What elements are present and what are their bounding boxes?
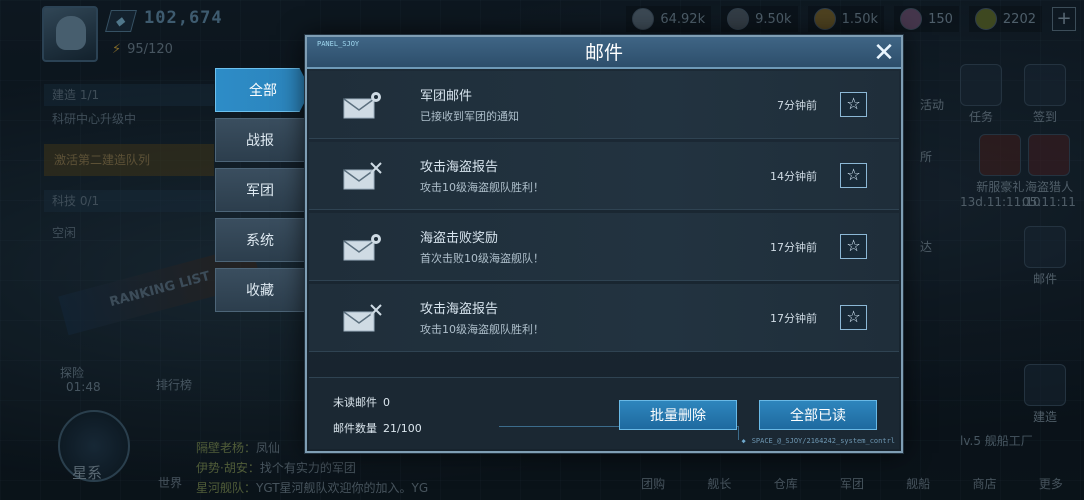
count-value: 21/100 xyxy=(383,422,422,435)
tab-battle-report[interactable]: 战报 xyxy=(215,118,305,162)
unread-count: 未读邮件 0 xyxy=(333,394,390,410)
mail-gear-icon xyxy=(343,92,381,119)
mail-time: 17分钟前 xyxy=(770,312,817,325)
footer-tag: ◆ SPACE_@_SJOY/2164242_system_contrl xyxy=(741,437,895,445)
favorite-star-button[interactable]: ☆ xyxy=(840,92,867,117)
mail-row[interactable]: 攻击海盗报告 攻击10级海盗舰队胜利！ 14分钟前 ☆ xyxy=(309,142,899,210)
mail-subtitle: 攻击10级海盗舰队胜利！ xyxy=(420,323,544,336)
mail-time: 14分钟前 xyxy=(770,170,817,183)
favorite-star-button[interactable]: ☆ xyxy=(840,163,867,188)
unread-value: 0 xyxy=(383,396,390,409)
dialog-title: 邮件 xyxy=(584,42,623,64)
mail-subtitle: 攻击10级海盗舰队胜利！ xyxy=(420,181,544,194)
count-label: 邮件数量 xyxy=(333,422,377,435)
mail-title: 军团邮件 xyxy=(420,89,473,104)
mail-title: 海盗击败奖励 xyxy=(420,231,499,246)
footer-tag-text: SPACE_@_SJOY/2164242_system_contrl xyxy=(751,437,895,445)
mail-time: 17分钟前 xyxy=(770,241,817,254)
mail-row[interactable]: 海盗击败奖励 首次击败10级海盗舰队！ 17分钟前 ☆ xyxy=(309,213,899,281)
favorite-star-button[interactable]: ☆ xyxy=(840,234,867,259)
mail-battle-icon xyxy=(343,162,382,190)
tab-favorites[interactable]: 收藏 xyxy=(215,268,305,312)
unread-label: 未读邮件 xyxy=(333,396,377,409)
tab-system[interactable]: 系统 xyxy=(215,218,305,262)
mail-row[interactable]: 军团邮件 已接收到军团的通知 7分钟前 ☆ xyxy=(309,71,899,139)
dialog-header: PANEL_SJOY 邮件 ✕ xyxy=(307,37,901,69)
close-button[interactable]: ✕ xyxy=(871,40,897,67)
mail-subtitle: 已接收到军团的通知 xyxy=(420,110,519,123)
mail-battle-icon xyxy=(343,304,382,332)
dialog-footer: 未读邮件 0 邮件数量 21/100 批量删除 全部已读 ◆ SPACE_@_SJOY… xyxy=(309,377,899,449)
mail-row[interactable]: 攻击海盗报告 攻击10级海盗舰队胜利！ 17分钟前 ☆ xyxy=(309,284,899,352)
mail-list[interactable]: 军团邮件 已接收到军团的通知 7分钟前 ☆ 攻击海盗报告 攻击10级海盗舰队胜利… xyxy=(309,71,899,391)
diamond-icon: ◆ xyxy=(741,437,746,445)
batch-delete-button[interactable]: 批量删除 xyxy=(619,400,737,430)
tab-legion[interactable]: 军团 xyxy=(215,168,305,212)
mark-all-read-button[interactable]: 全部已读 xyxy=(759,400,877,430)
mail-title: 攻击海盗报告 xyxy=(420,302,499,317)
mail-gear-icon xyxy=(343,234,381,261)
mail-title: 攻击海盗报告 xyxy=(420,160,499,175)
mail-subtitle: 首次击败10级海盗舰队！ xyxy=(420,252,544,265)
favorite-star-button[interactable]: ☆ xyxy=(840,305,867,330)
tab-all[interactable]: 全部 xyxy=(215,68,311,112)
mail-time: 7分钟前 xyxy=(777,99,817,112)
mail-dialog: PANEL_SJOY 邮件 ✕ 军团邮件 已接收到军团的通知 7分钟前 ☆ 攻击… xyxy=(305,35,903,453)
mail-count: 邮件数量 21/100 xyxy=(333,420,422,436)
